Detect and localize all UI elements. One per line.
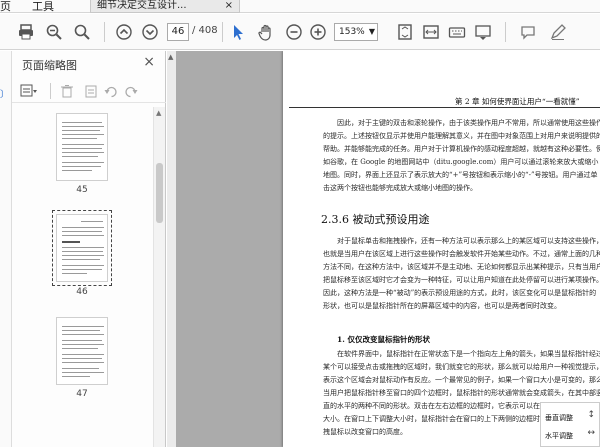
thumbnail-options-icon[interactable] <box>20 83 38 99</box>
page-header: 第 2 章 如何使界面让用户“一看就懂” <box>455 97 580 106</box>
toolbar-separator <box>505 22 506 42</box>
toolbar-separator <box>104 22 105 42</box>
insert-page-icon[interactable] <box>82 83 100 99</box>
hand-icon[interactable] <box>256 22 276 42</box>
thumbnail-label: 46 <box>76 287 88 297</box>
scrollbar-thumb[interactable] <box>156 163 163 223</box>
print-icon[interactable] <box>16 22 36 42</box>
pen-icon[interactable] <box>548 22 568 42</box>
thumbnail-label: 45 <box>76 185 88 195</box>
menu-tools[interactable]: 工具 <box>32 0 54 14</box>
page-up-icon[interactable] <box>114 22 134 42</box>
panel-separator <box>50 83 51 99</box>
page-down-icon[interactable] <box>140 22 160 42</box>
panel-scrollbar[interactable]: ▲ <box>153 107 165 447</box>
select-cursor-icon[interactable] <box>228 22 248 42</box>
close-tab-icon[interactable]: × <box>225 0 233 12</box>
thumbnail-panel: 页面缩略图 × 45 46 47 ▲ <box>12 51 166 447</box>
horizontal-resize-icon: ↔ <box>587 428 595 438</box>
callout-label: 水平调整 <box>545 432 573 440</box>
menu-page[interactable]: 页 <box>0 0 11 14</box>
document-page: 第 2 章 如何使界面让用户“一看就懂” 因此，对于主键的双击和滚轮操作，由于该… <box>283 51 600 447</box>
viewer-scrollbar[interactable]: ▲ <box>167 51 176 447</box>
fit-page-icon[interactable] <box>395 22 415 42</box>
zoom-select[interactable]: 153% ▼ <box>334 23 378 41</box>
page-thumbnail[interactable] <box>56 317 108 385</box>
document-viewer[interactable]: 第 2 章 如何使界面让用户“一看就懂” 因此，对于主键的双击和滚轮操作，由于该… <box>167 51 600 447</box>
zoom-in-icon[interactable] <box>308 22 328 42</box>
search-icon[interactable] <box>72 22 92 42</box>
scroll-up-icon[interactable]: ▲ <box>168 53 173 61</box>
thumbnail-list: 45 46 47 <box>12 107 152 447</box>
header-rule <box>289 107 600 108</box>
paragraph: 因此，对于主键的双击和滚轮操作，由于该类操作用户不常用，所以通常使用这些操作的提… <box>323 119 600 192</box>
panel-toolbar <box>12 79 166 103</box>
callout-label: 垂直调整 <box>545 414 573 422</box>
tools-menu-icon[interactable] <box>473 22 493 42</box>
paragraph: 对于鼠标单击和拖拽操作，还有一种方法可以表示那么上的某区域可以支持这些操作，也就… <box>323 237 600 310</box>
fit-width-icon[interactable] <box>421 22 441 42</box>
figure-callout: 垂直调整 ↕ 水平调整 ↔ <box>540 402 600 447</box>
zoom-out-search-icon[interactable] <box>44 22 64 42</box>
page-thumbnail-selected[interactable] <box>52 210 112 286</box>
rotate-left-icon[interactable] <box>102 83 120 99</box>
close-panel-icon[interactable]: × <box>143 54 155 70</box>
scroll-up-icon[interactable]: ▲ <box>156 109 161 117</box>
zoom-value: 153% <box>339 27 365 37</box>
zoom-out-icon[interactable] <box>284 22 304 42</box>
section-heading: 2.3.6 被动式预设用途 <box>321 213 430 226</box>
page-thumbnail[interactable] <box>56 113 108 181</box>
delete-icon[interactable] <box>58 83 76 99</box>
document-tab[interactable]: 细节决定交互设计... × <box>90 0 240 13</box>
vertical-resize-icon: ↕ <box>587 410 595 420</box>
rotate-right-icon[interactable] <box>122 83 140 99</box>
bookmark-marker-icon[interactable]: 〕 <box>0 87 9 100</box>
chevron-down-icon: ▼ <box>368 27 375 36</box>
panel-title: 页面缩略图 <box>22 59 77 72</box>
toolbar-separator <box>222 22 223 42</box>
page-total: / 408 <box>192 25 218 36</box>
toolbar: 46 / 408 153% ▼ <box>0 14 600 50</box>
page-number-input[interactable]: 46 <box>167 23 189 41</box>
subsection-heading: 1. 仅仅改变鼠标指针的形状 <box>337 335 430 344</box>
left-rail: 〕 <box>0 51 12 447</box>
keyboard-icon[interactable] <box>447 22 467 42</box>
document-tab-title: 细节决定交互设计... <box>97 0 187 11</box>
thumbnail-label: 47 <box>76 389 88 399</box>
comment-icon[interactable] <box>518 22 538 42</box>
